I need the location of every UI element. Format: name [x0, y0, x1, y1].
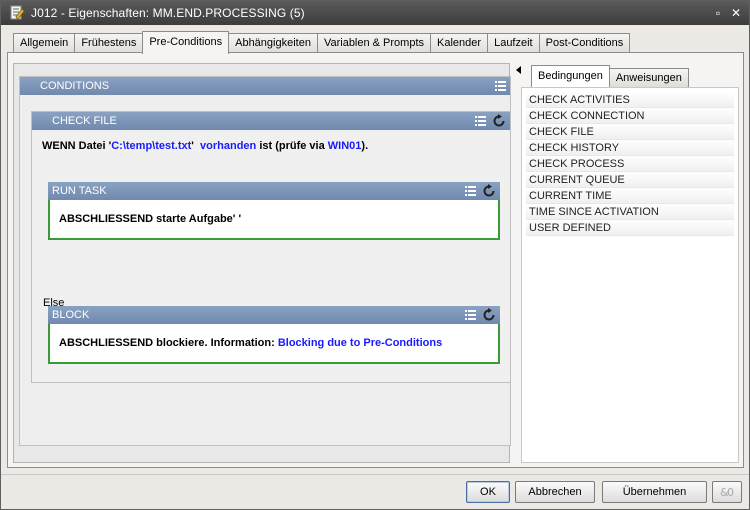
compare-icon: & 0	[720, 486, 734, 499]
close-icon[interactable]: ✕	[729, 6, 743, 20]
list-item[interactable]: CHECK PROCESS	[526, 156, 734, 172]
list-icon[interactable]	[465, 310, 476, 320]
conditions-editor: CONDITIONS CHECK FILE WENN Datei 'C:\tem…	[13, 63, 511, 463]
refresh-icon[interactable]	[482, 184, 496, 198]
conditions-list: CHECK ACTIVITIES CHECK CONNECTION CHECK …	[521, 87, 739, 463]
ok-button[interactable]: OK	[466, 481, 510, 503]
block-block: BLOCK ABSCHLIESSEND blockiere. Informati…	[48, 306, 500, 364]
exists-link[interactable]: vorhanden	[200, 140, 256, 152]
properties-window: J012 - Eigenschaften: MM.END.PROCESSING …	[0, 0, 750, 510]
block-info-link[interactable]: Blocking due to Pre-Conditions	[278, 337, 442, 349]
svg-text:0: 0	[727, 486, 734, 499]
condition-text: ist (prüfe via	[256, 140, 328, 152]
list-icon[interactable]	[495, 81, 506, 91]
tab-anweisungen[interactable]: Anweisungen	[608, 68, 689, 87]
check-file-header[interactable]: CHECK FILE	[32, 112, 510, 130]
condition-text: ).	[361, 140, 369, 152]
condition-text: WENN Datei '	[42, 140, 112, 152]
file-path-link[interactable]: C:\temp\test.txt	[111, 140, 191, 152]
right-panel-tabs: Bedingungen Anweisungen	[531, 65, 689, 87]
footer-divider	[1, 474, 749, 475]
condition-text: '	[191, 140, 201, 152]
tab-post-conditions[interactable]: Post-Conditions	[538, 33, 631, 53]
apply-button[interactable]: Übernehmen	[602, 481, 707, 503]
list-icon[interactable]	[465, 186, 476, 196]
list-item[interactable]: TIME SINCE ACTIVATION	[526, 204, 734, 220]
run-task-header-label: RUN TASK	[52, 185, 107, 197]
list-item[interactable]: CURRENT QUEUE	[526, 172, 734, 188]
tab-bedingungen[interactable]: Bedingungen	[531, 65, 610, 87]
collapse-arrow-icon[interactable]	[516, 66, 521, 74]
list-item[interactable]: CHECK FILE	[526, 124, 734, 140]
title-bar: J012 - Eigenschaften: MM.END.PROCESSING …	[1, 1, 749, 25]
conditions-header-label: CONDITIONS	[40, 80, 110, 92]
pre-conditions-page: CONDITIONS CHECK FILE WENN Datei 'C:\tem…	[7, 52, 744, 468]
refresh-icon[interactable]	[482, 308, 496, 322]
list-item[interactable]: CURRENT TIME	[526, 188, 734, 204]
check-file-condition: WENN Datei 'C:\temp\test.txt' vorhanden …	[42, 140, 368, 152]
tab-kalender[interactable]: Kalender	[430, 33, 489, 53]
host-link[interactable]: WIN01	[328, 140, 362, 152]
block-header[interactable]: BLOCK	[48, 306, 500, 324]
tab-variablen-prompts[interactable]: Variablen & Prompts	[316, 33, 432, 53]
tab-pre-conditions[interactable]: Pre-Conditions	[142, 31, 230, 54]
conditions-block: CONDITIONS CHECK FILE WENN Datei 'C:\tem…	[19, 76, 511, 446]
main-tabs: Allgemein Frühestens Pre-Conditions Abhä…	[13, 31, 631, 54]
list-icon[interactable]	[475, 116, 486, 126]
block-text-prefix: ABSCHLIESSEND blockiere. Information:	[59, 337, 278, 349]
tab-laufzeit[interactable]: Laufzeit	[487, 33, 540, 53]
list-item[interactable]: CHECK HISTORY	[526, 140, 734, 156]
check-file-header-label: CHECK FILE	[52, 115, 117, 127]
conditions-header[interactable]: CONDITIONS	[20, 77, 510, 95]
run-task-block: RUN TASK ABSCHLIESSEND starte Aufgabe' '	[48, 182, 500, 240]
list-item[interactable]: USER DEFINED	[526, 220, 734, 236]
check-file-block: CHECK FILE WENN Datei 'C:\temp\test.txt'…	[31, 111, 511, 383]
compare-button[interactable]: & 0	[712, 481, 742, 503]
job-properties-icon	[10, 5, 25, 20]
restore-icon[interactable]: ▫	[711, 6, 725, 20]
block-text: ABSCHLIESSEND blockiere. Information: Bl…	[59, 337, 442, 349]
block-header-label: BLOCK	[52, 309, 90, 321]
list-item[interactable]: CHECK ACTIVITIES	[526, 92, 734, 108]
list-item[interactable]: CHECK CONNECTION	[526, 108, 734, 124]
cancel-button[interactable]: Abbrechen	[515, 481, 595, 503]
tab-fruehestens[interactable]: Frühestens	[74, 33, 144, 53]
run-task-header[interactable]: RUN TASK	[48, 182, 500, 200]
tab-allgemein[interactable]: Allgemein	[13, 33, 76, 53]
run-task-text[interactable]: ABSCHLIESSEND starte Aufgabe' '	[59, 213, 241, 225]
refresh-icon[interactable]	[492, 114, 506, 128]
window-title: J012 - Eigenschaften: MM.END.PROCESSING …	[31, 6, 305, 20]
tab-abhaengigkeiten[interactable]: Abhängigkeiten	[228, 33, 318, 53]
